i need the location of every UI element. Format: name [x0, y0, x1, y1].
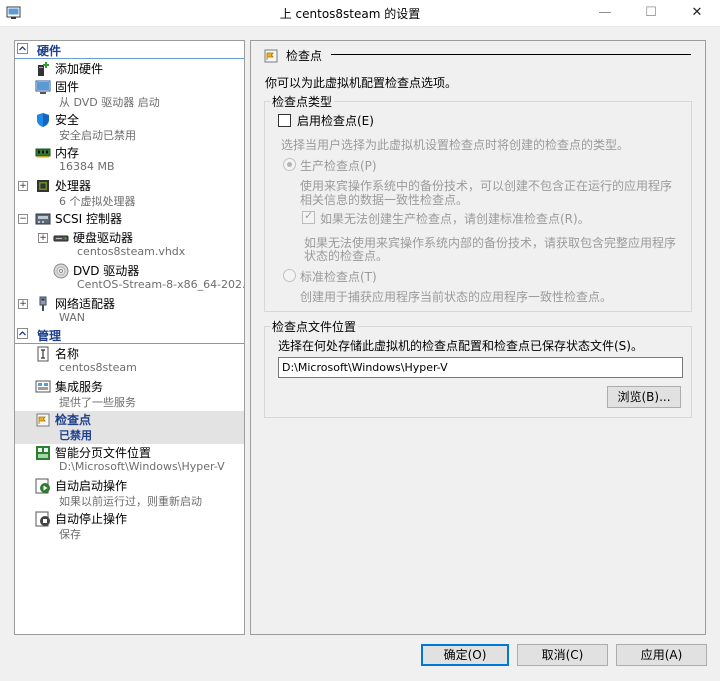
checkpoint-type-title: 检查点类型 — [270, 93, 335, 110]
sidebar-item-name: 自动启动操作 — [55, 479, 128, 493]
choose-type-text: 选择当用户选择为此虚拟机设置检查点时将创建的检查点的类型。 — [281, 138, 630, 152]
sidebar-item-name: 硬盘驱动器 — [73, 231, 134, 245]
hardware-section-header[interactable]: 硬件 — [15, 42, 244, 59]
fallback-standard-checkbox[interactable]: ✓ — [302, 209, 315, 224]
scsi-icon — [35, 213, 51, 225]
expand-icon[interactable]: + — [18, 299, 28, 309]
hard-drive-icon — [53, 235, 69, 242]
sidebar-item-name: 添加硬件 — [55, 62, 104, 76]
sidebar-item-smart-paging[interactable]: 智能分页文件位置 D:\Microsoft\Windows\Hyper-V — [15, 444, 244, 477]
checkpoint-path-input[interactable]: D:\Microsoft\Windows\Hyper-V — [278, 357, 683, 378]
shield-icon — [37, 113, 49, 127]
integration-icon — [35, 380, 51, 393]
sidebar-item-name: 集成服务 — [55, 380, 104, 394]
sidebar-item-name: 自动停止操作 — [55, 512, 128, 526]
sidebar-item-detail: 安全启动已禁用 — [59, 129, 136, 142]
sidebar-item-name: 处理器 — [55, 179, 92, 193]
sidebar-item-dvd-drive[interactable]: DVD 驱动器 CentOS-Stream-8-x86_64-202... — [15, 262, 244, 295]
ok-button[interactable]: 确定(O) — [421, 644, 509, 666]
sidebar-item-name: 名称 — [55, 347, 80, 361]
cancel-button[interactable]: 取消(C) — [517, 644, 608, 666]
expand-icon[interactable]: + — [38, 233, 48, 243]
checkpoint-icon — [264, 49, 278, 63]
sidebar-item-checkpoints[interactable]: 检查点 已禁用 — [15, 411, 244, 444]
auto-start-icon — [35, 478, 50, 494]
standard-desc: 创建用于捕获应用程序当前状态的应用程序一致性检查点。 — [300, 290, 613, 304]
standard-checkpoint-radio[interactable] — [283, 269, 296, 282]
close-button[interactable]: ✕ — [674, 0, 720, 26]
sidebar-item-detail: 保存 — [59, 528, 81, 541]
sidebar-item-detail: 已禁用 — [59, 429, 92, 442]
hardware-section-label: 硬件 — [37, 44, 62, 58]
minimize-button[interactable]: — — [582, 0, 628, 26]
sidebar-item-detail: 从 DVD 驱动器 启动 — [59, 96, 160, 109]
apply-button[interactable]: 应用(A) — [616, 644, 707, 666]
check-icon: ✓ — [304, 209, 314, 222]
sidebar-item-detail: 提供了一些服务 — [59, 396, 136, 409]
dvd-icon — [53, 263, 69, 279]
enable-checkpoints-checkbox[interactable] — [278, 114, 291, 127]
checkpoint-location-title: 检查点文件位置 — [270, 318, 359, 335]
sidebar-item-name: DVD 驱动器 — [73, 264, 140, 278]
location-description: 选择在何处存储此虚拟机的检查点配置和检查点已保存状态文件(S)。 — [278, 339, 643, 353]
sidebar-item-name-setting[interactable]: 名称 centos8steam — [15, 345, 244, 378]
sidebar-item-hard-drive[interactable]: + 硬盘驱动器 centos8steam.vhdx — [15, 229, 244, 262]
sidebar-item-detail: centos8steam — [59, 361, 137, 374]
firmware-icon — [35, 80, 51, 94]
production-checkpoint-label[interactable]: 生产检查点(P) — [300, 157, 377, 174]
sidebar-item-detail: CentOS-Stream-8-x86_64-202... — [77, 278, 245, 291]
management-section-label: 管理 — [37, 329, 62, 343]
production-desc-line2: 相关信息的数据一致性检查点。 — [300, 193, 469, 207]
sidebar-item-network-adapter[interactable]: + 网络适配器 WAN — [15, 295, 244, 328]
sidebar-item-security[interactable]: 安全 安全启动已禁用 — [15, 111, 244, 144]
paging-icon — [36, 446, 50, 460]
collapse-icon[interactable] — [17, 328, 28, 339]
standard-checkpoint-label[interactable]: 标准检查点(T) — [300, 268, 377, 285]
sidebar-item-name: SCSI 控制器 — [55, 212, 122, 226]
maximize-button[interactable]: ☐ — [628, 0, 674, 26]
title-divider — [331, 54, 691, 55]
sidebar-item-name: 安全 — [55, 113, 80, 127]
processor-icon — [37, 180, 49, 192]
sidebar-item-detail: 6 个虚拟处理器 — [59, 195, 136, 208]
sidebar-item-detail: 16384 MB — [59, 160, 115, 173]
collapse-icon[interactable]: − — [18, 214, 28, 224]
add-hardware-icon — [38, 62, 49, 76]
sidebar-item-name: 检查点 — [55, 413, 92, 427]
management-section-header[interactable]: 管理 — [15, 327, 244, 344]
network-adapter-icon — [39, 296, 47, 311]
sidebar-item-name: 网络适配器 — [55, 297, 116, 311]
sidebar-item-name: 智能分页文件位置 — [55, 446, 152, 460]
sidebar-item-detail: D:\Microsoft\Windows\Hyper-V — [59, 460, 225, 473]
expand-icon[interactable]: + — [18, 181, 28, 191]
fallback-desc-line2: 状态的检查点。 — [304, 249, 389, 263]
sidebar-item-processor[interactable]: + 处理器 6 个虚拟处理器 — [15, 177, 244, 210]
browse-button[interactable]: 浏览(B)... — [607, 386, 681, 408]
title-bar: 上 centos8steam 的设置 — ☐ ✕ — [0, 0, 720, 27]
sidebar-item-auto-stop[interactable]: 自动停止操作 保存 — [15, 510, 244, 543]
checkpoint-icon — [36, 413, 50, 427]
sidebar-item-integration-services[interactable]: 集成服务 提供了一些服务 — [15, 378, 244, 411]
panel-intro: 你可以为此虚拟机配置检查点选项。 — [265, 76, 458, 90]
auto-stop-icon — [35, 511, 50, 527]
name-icon — [37, 346, 49, 362]
memory-icon — [35, 148, 51, 158]
fallback-standard-label[interactable]: 如果无法创建生产检查点，请创建标准检查点(R)。 — [320, 210, 590, 227]
panel-title: 检查点 — [286, 49, 323, 63]
sidebar-item-name: 固件 — [55, 80, 80, 94]
sidebar-item-auto-start[interactable]: 自动启动操作 如果以前运行过，则重新启动 — [15, 477, 244, 510]
sidebar-item-detail: 如果以前运行过，则重新启动 — [59, 495, 202, 508]
sidebar-item-memory[interactable]: 内存 16384 MB — [15, 144, 244, 177]
sidebar-item-detail: centos8steam.vhdx — [77, 245, 186, 258]
sidebar-item-firmware[interactable]: 固件 从 DVD 驱动器 启动 — [15, 78, 244, 111]
collapse-icon[interactable] — [17, 43, 28, 54]
settings-tree: 硬件 添加硬件 固件 从 DVD 驱动器 启动 安全 安全启动已禁用 内存 16… — [14, 40, 245, 635]
production-checkpoint-radio[interactable] — [283, 158, 296, 171]
enable-checkpoints-label[interactable]: 启用检查点(E) — [297, 112, 374, 129]
sidebar-item-name: 内存 — [55, 146, 80, 160]
sidebar-item-detail: WAN — [59, 311, 86, 324]
